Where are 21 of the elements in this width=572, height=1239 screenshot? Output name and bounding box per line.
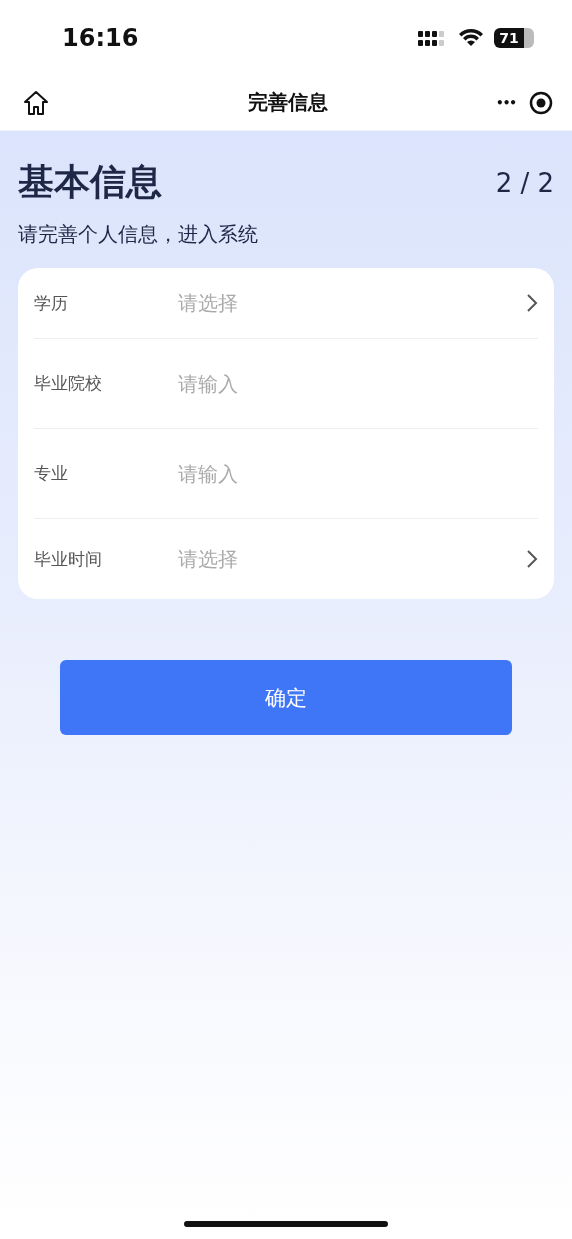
field-label: 学历	[34, 291, 69, 315]
wifi-icon	[458, 27, 484, 48]
home-icon[interactable]	[22, 88, 50, 117]
confirm-button[interactable]: 确定	[60, 660, 512, 735]
step-counter: 2 / 2	[495, 167, 554, 198]
close-target-icon[interactable]	[528, 89, 554, 116]
input-field[interactable]: 请输入	[178, 371, 538, 396]
field-label: 毕业院校	[34, 372, 103, 395]
select-field[interactable]: 请选择	[178, 289, 538, 317]
nav-title: 完善信息	[248, 89, 328, 116]
page-title: 基本信息	[18, 160, 162, 204]
input-field[interactable]: 请输入	[178, 461, 538, 486]
chevron-right-icon	[526, 549, 538, 569]
page-subtitle: 请完善个人信息，进入系统	[18, 221, 259, 248]
chevron-right-icon	[526, 293, 538, 313]
select-field[interactable]: 请选择	[178, 545, 538, 573]
field-label: 毕业时间	[34, 547, 103, 571]
status-time: 16:16	[62, 23, 139, 52]
more-button[interactable]: •••	[496, 95, 516, 110]
field-label: 专业	[34, 462, 69, 485]
battery-icon: 71	[494, 27, 534, 48]
